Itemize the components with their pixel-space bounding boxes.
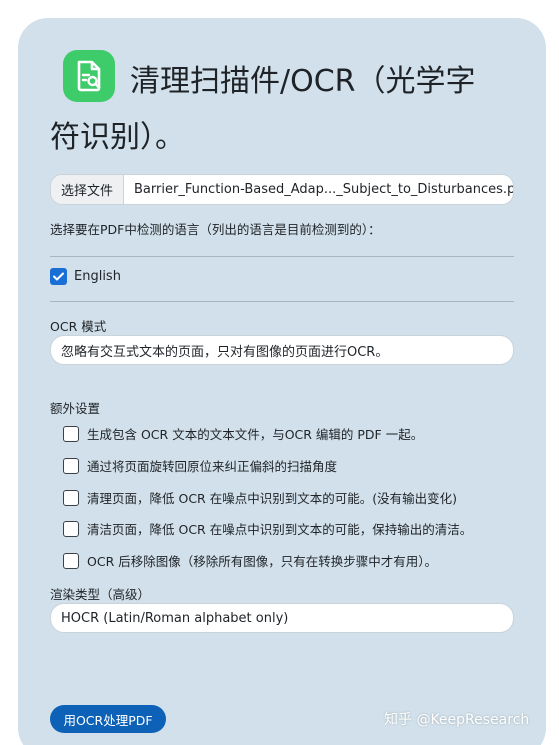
extra-settings-label: 额外设置 xyxy=(50,401,101,416)
watermark: 知乎 @KeepResearch xyxy=(384,712,530,728)
clean-final-checkbox[interactable] xyxy=(63,520,79,537)
render-type-label: 渲染类型（高级） xyxy=(50,587,151,602)
option-label: 生成包含 OCR 文本的文本文件，与OCR 编辑的 PDF 一起。 xyxy=(87,427,424,442)
language-option-english[interactable]: English xyxy=(50,268,121,285)
option-label: 清理页面，降低 OCR 在噪点中识别到文本的可能。(没有输出变化) xyxy=(87,491,457,506)
page-title-line2: 符识别）。 xyxy=(50,120,185,155)
option-label: 通过将页面旋转回原位来纠正偏斜的扫描角度 xyxy=(87,459,338,474)
language-option-label: English xyxy=(74,269,121,284)
divider xyxy=(50,301,514,302)
render-type-select[interactable]: HOCR (Latin/Roman alphabet only) xyxy=(50,603,514,633)
language-label: 选择要在PDF中检测的语言（列出的语言是目前检测到的）： xyxy=(50,222,381,237)
submit-ocr-button[interactable]: 用OCR处理PDF xyxy=(50,705,166,733)
option-clean-final[interactable]: 清洁页面，降低 OCR 在噪点中识别到文本的可能，保持输出的清洁。 xyxy=(63,519,472,538)
choose-file-button[interactable]: 选择文件 xyxy=(51,175,125,204)
clean-checkbox[interactable] xyxy=(63,489,79,506)
remove-images-checkbox[interactable] xyxy=(63,552,79,569)
selected-file-name: Barrier_Function-Based_Adap..._Subject_t… xyxy=(134,182,513,197)
option-sidecar-text[interactable]: 生成包含 OCR 文本的文本文件，与OCR 编辑的 PDF 一起。 xyxy=(63,424,423,443)
option-label: 清洁页面，降低 OCR 在噪点中识别到文本的可能，保持输出的清洁。 xyxy=(87,522,473,537)
ocr-mode-label: OCR 模式 xyxy=(50,319,107,334)
file-picker[interactable]: 选择文件 Barrier_Function-Based_Adap..._Subj… xyxy=(50,174,514,205)
english-checkbox[interactable] xyxy=(50,268,67,285)
option-deskew[interactable]: 通过将页面旋转回原位来纠正偏斜的扫描角度 xyxy=(63,456,337,475)
divider xyxy=(50,256,514,257)
page-title-line1: 清理扫描件/OCR（光学字 xyxy=(130,64,476,99)
page-title: 清理扫描件/OCR（光学字 符识别）。 xyxy=(50,54,520,166)
check-icon xyxy=(53,272,64,281)
option-label: OCR 后移除图像（移除所有图像，只有在转换步骤中才有用）。 xyxy=(87,554,437,569)
option-clean[interactable]: 清理页面，降低 OCR 在噪点中识别到文本的可能。(没有输出变化) xyxy=(63,488,457,507)
sidecar-checkbox[interactable] xyxy=(63,425,79,442)
ocr-mode-select[interactable]: 忽略有交互式文本的页面，只对有图像的页面进行OCR。 xyxy=(50,335,514,365)
option-remove-images[interactable]: OCR 后移除图像（移除所有图像，只有在转换步骤中才有用）。 xyxy=(63,551,437,570)
deskew-checkbox[interactable] xyxy=(63,457,79,474)
